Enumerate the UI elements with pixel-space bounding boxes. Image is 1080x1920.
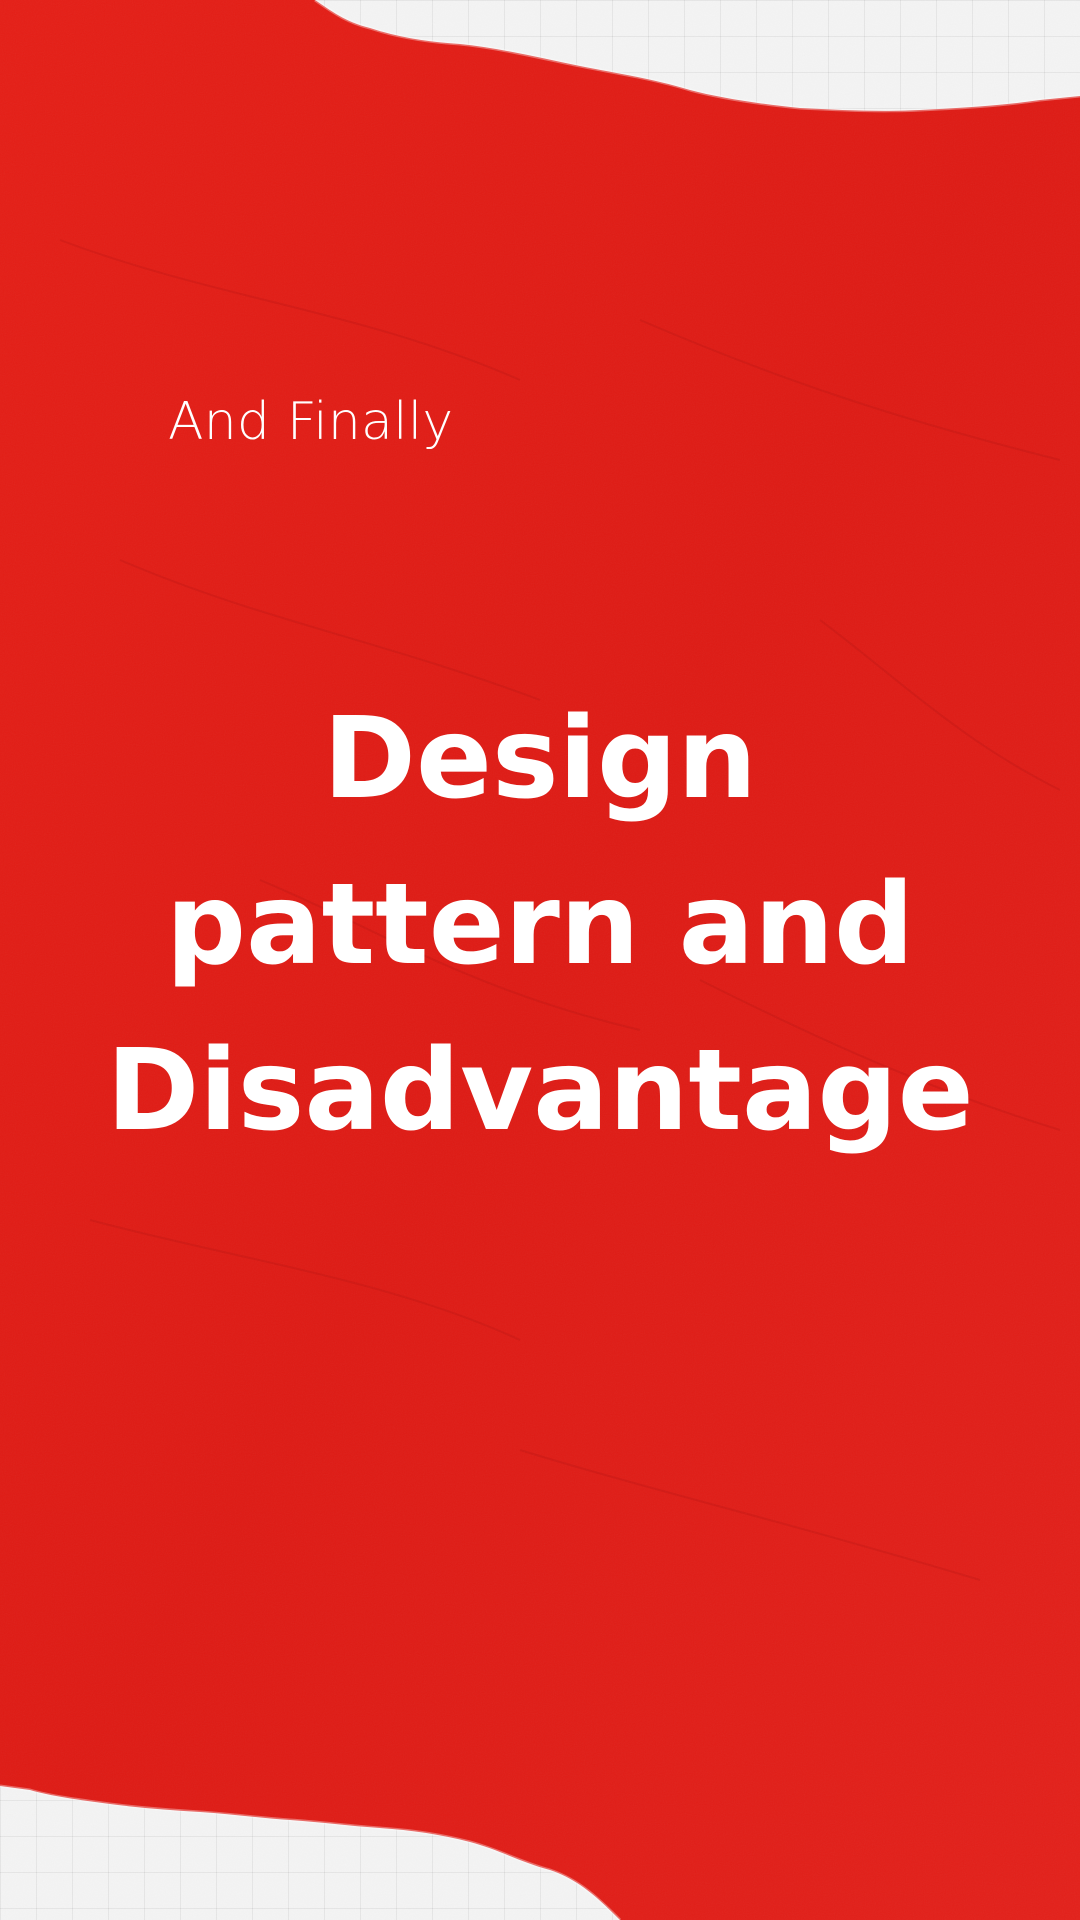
title-line-1: Design [323,694,757,824]
title-line-3: Disadvantage [106,1026,974,1156]
slide-canvas: And Finally Design pattern and Disadvant… [0,0,1080,1920]
subtitle: And Finally [168,392,454,452]
slide-title: Design pattern and Disadvantage [0,676,1080,1174]
title-line-2: pattern and [165,860,915,990]
